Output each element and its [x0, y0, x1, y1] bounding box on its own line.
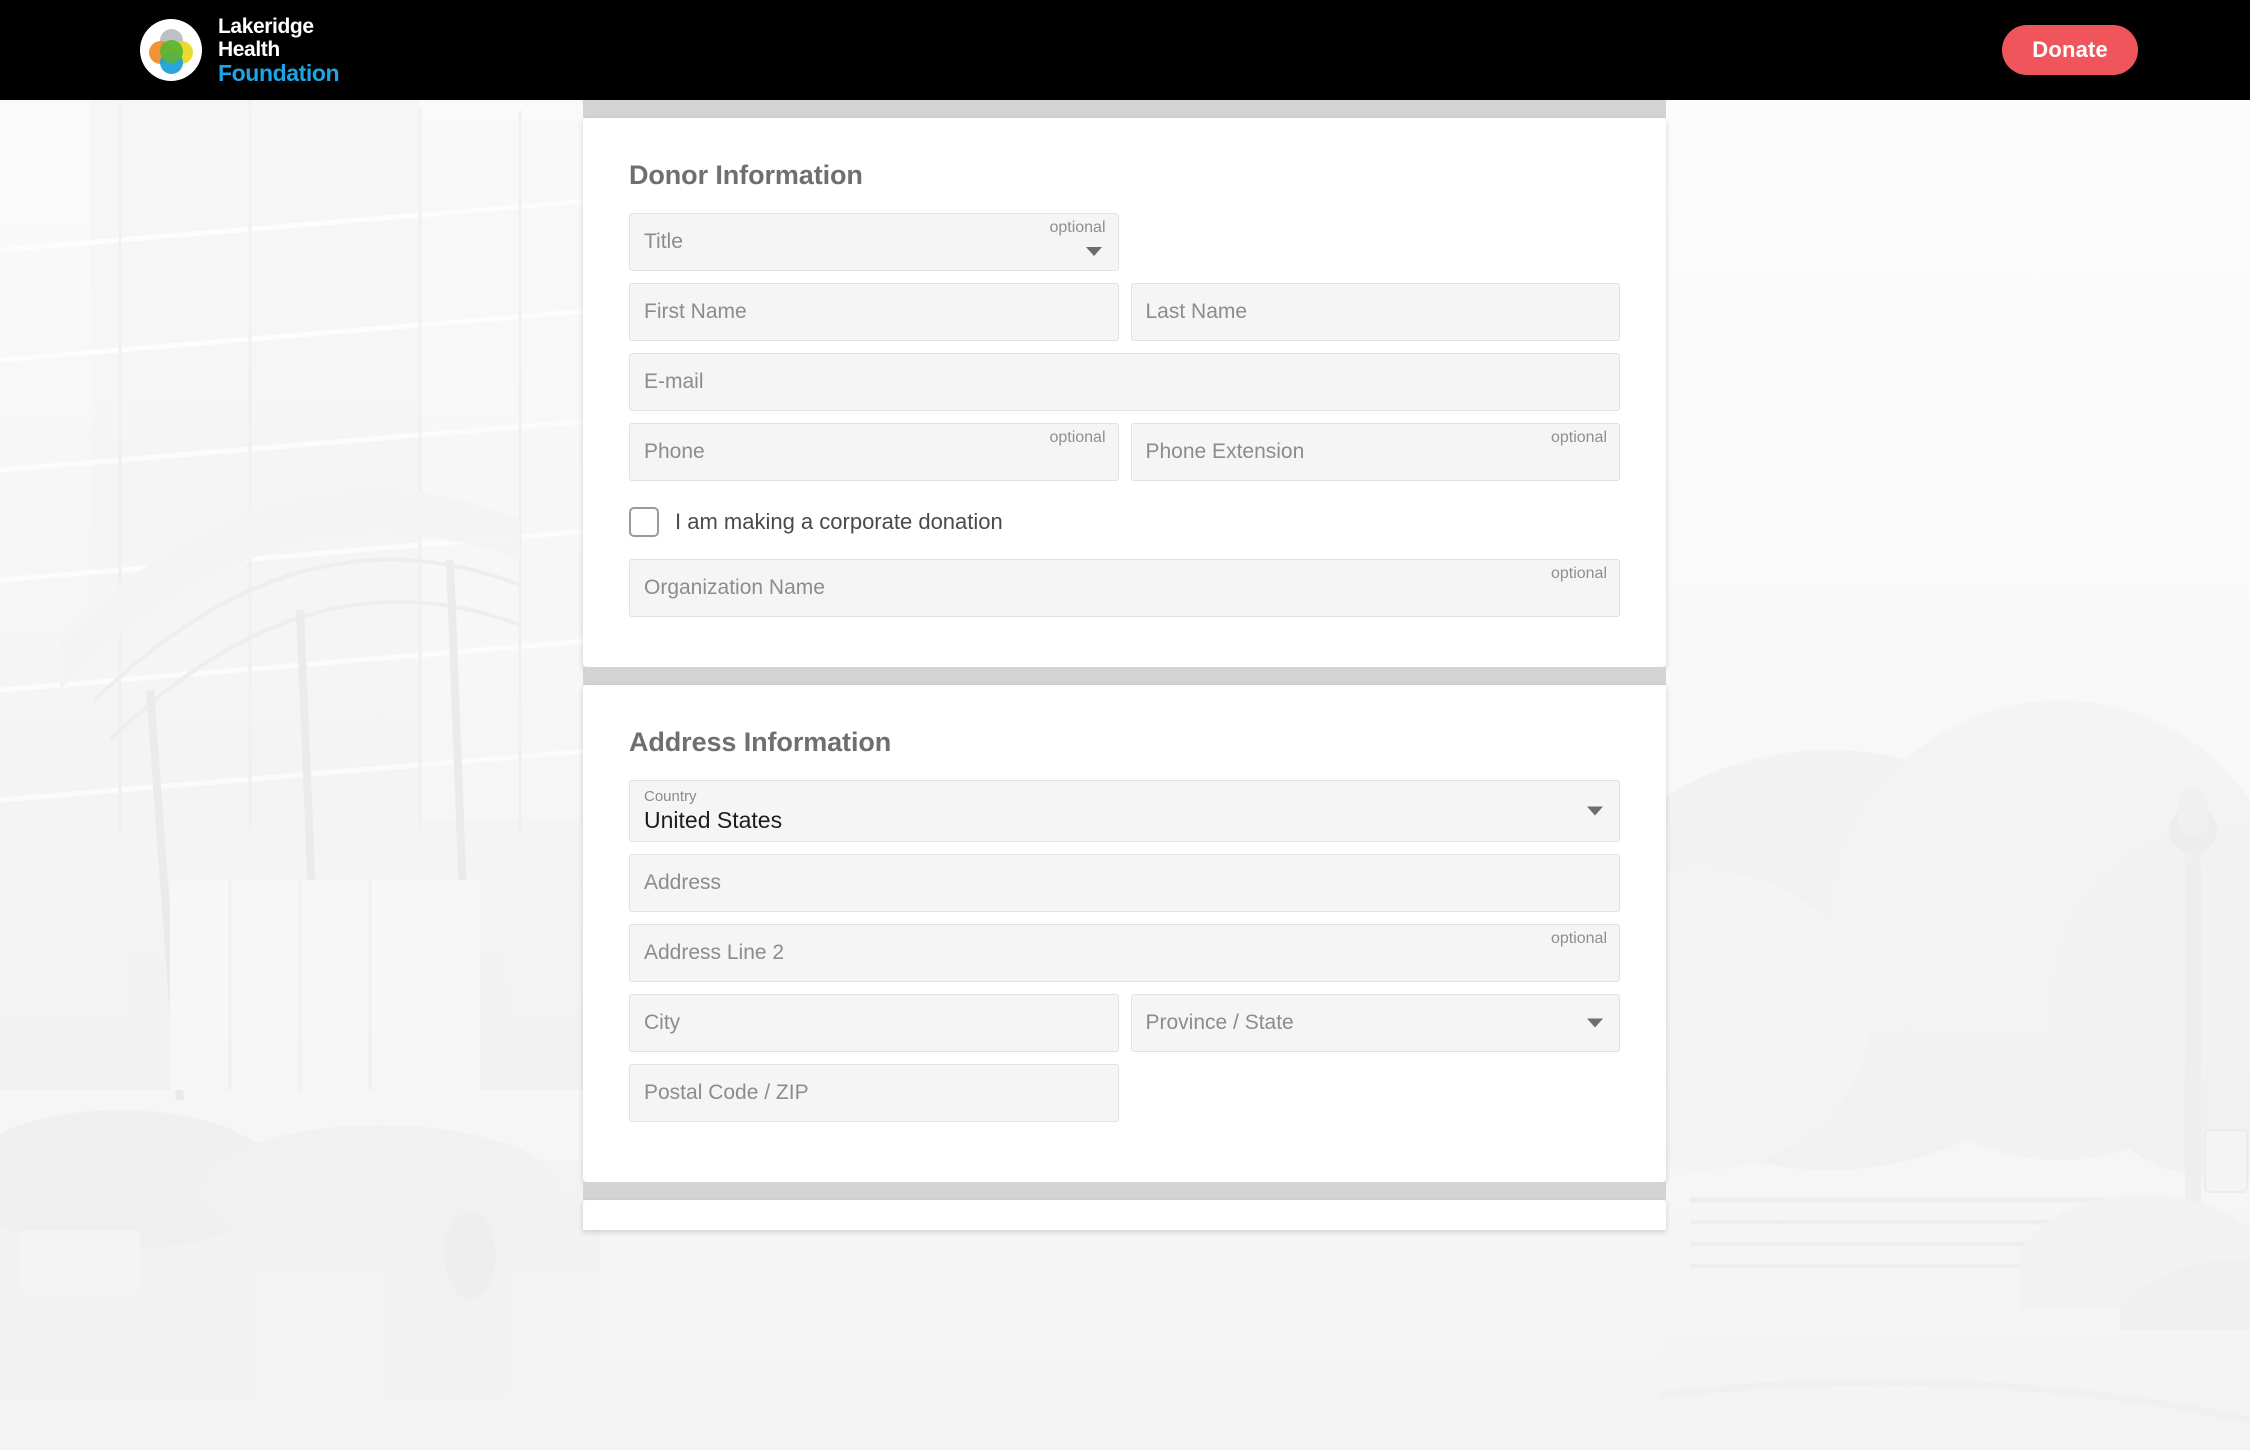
- corporate-donation-label: I am making a corporate donation: [675, 509, 1003, 534]
- lakeridge-flower-logo-icon: [140, 19, 202, 81]
- brand-wordmark: Lakeridge Health Foundation: [218, 14, 340, 86]
- chevron-down-icon: [1085, 247, 1102, 256]
- logo-petal-center-icon: [159, 40, 183, 63]
- organization-row: Organization Name optional: [629, 559, 1620, 617]
- brand-line-1: Lakeridge: [218, 14, 314, 38]
- phone-placeholder: Phone: [644, 440, 705, 463]
- donor-information-title: Donor Information: [629, 160, 863, 190]
- province-state-select[interactable]: Province / State: [1130, 994, 1620, 1052]
- city-input[interactable]: City: [629, 994, 1119, 1052]
- phone-extension-optional-tag: optional: [1550, 429, 1607, 446]
- last-name-placeholder: Last Name: [1145, 300, 1248, 323]
- organization-name-placeholder: Organization Name: [644, 576, 825, 599]
- country-select[interactable]: Country United States: [629, 780, 1620, 842]
- next-card-sliver: [583, 1200, 1666, 1230]
- address-line-2-optional-tag: optional: [1550, 930, 1607, 947]
- brand-line-3: Foundation: [218, 59, 340, 86]
- country-value: United States: [644, 807, 783, 834]
- first-name-input[interactable]: First Name: [629, 283, 1119, 341]
- address-information-card: Address Information Country United State…: [583, 685, 1666, 1182]
- phone-row: Phone optional Phone Extension optional: [629, 423, 1620, 481]
- address-line-2-row: Address Line 2 optional: [629, 924, 1620, 982]
- corporate-donation-checkbox[interactable]: [629, 507, 659, 537]
- address-line-2-input[interactable]: Address Line 2 optional: [629, 924, 1620, 982]
- city-placeholder: City: [644, 1011, 681, 1034]
- email-row: E-mail: [629, 353, 1620, 411]
- title-row: Title optional: [629, 213, 1620, 271]
- phone-extension-placeholder: Phone Extension: [1145, 440, 1305, 463]
- title-optional-tag: optional: [1049, 219, 1106, 236]
- donate-button[interactable]: Donate: [2002, 25, 2138, 75]
- phone-input[interactable]: Phone optional: [629, 423, 1119, 481]
- last-name-input[interactable]: Last Name: [1130, 283, 1620, 341]
- organization-name-input[interactable]: Organization Name optional: [629, 559, 1620, 617]
- email-placeholder: E-mail: [644, 370, 704, 393]
- card-separator: [583, 1182, 1666, 1200]
- phone-optional-tag: optional: [1049, 429, 1106, 446]
- chevron-down-icon: [1587, 806, 1603, 816]
- card-separator: [583, 667, 1666, 685]
- first-name-placeholder: First Name: [644, 300, 747, 323]
- chevron-down-icon: [1587, 1018, 1603, 1028]
- phone-extension-input[interactable]: Phone Extension optional: [1130, 423, 1620, 481]
- address-placeholder: Address: [644, 871, 722, 894]
- donation-form: Donor Information Title optional First N…: [583, 0, 1666, 1230]
- donor-information-card: Donor Information Title optional First N…: [583, 118, 1666, 667]
- brand-line-2: Health: [218, 37, 280, 61]
- title-select[interactable]: Title optional: [629, 213, 1119, 271]
- email-input[interactable]: E-mail: [629, 353, 1620, 411]
- address-input[interactable]: Address: [629, 854, 1620, 912]
- brand-logo[interactable]: Lakeridge Health Foundation: [140, 14, 340, 86]
- site-header: Lakeridge Health Foundation Donate: [0, 0, 2250, 100]
- address-information-title: Address Information: [629, 727, 892, 757]
- province-state-placeholder: Province / State: [1145, 1011, 1294, 1034]
- name-row: First Name Last Name: [629, 283, 1620, 341]
- country-row: Country United States: [629, 780, 1620, 842]
- card-separator: [583, 100, 1666, 118]
- organization-name-optional-tag: optional: [1550, 565, 1607, 582]
- address-line-2-placeholder: Address Line 2: [644, 941, 785, 964]
- title-placeholder: Title: [644, 230, 683, 253]
- city-province-row: City Province / State: [629, 994, 1620, 1052]
- address-row: Address: [629, 854, 1620, 912]
- country-label: Country: [644, 787, 697, 805]
- postal-code-input[interactable]: Postal Code / ZIP: [629, 1064, 1119, 1122]
- postal-code-row: Postal Code / ZIP: [629, 1064, 1620, 1122]
- postal-code-placeholder: Postal Code / ZIP: [644, 1081, 809, 1104]
- corporate-donation-checkbox-row[interactable]: I am making a corporate donation: [629, 507, 1620, 537]
